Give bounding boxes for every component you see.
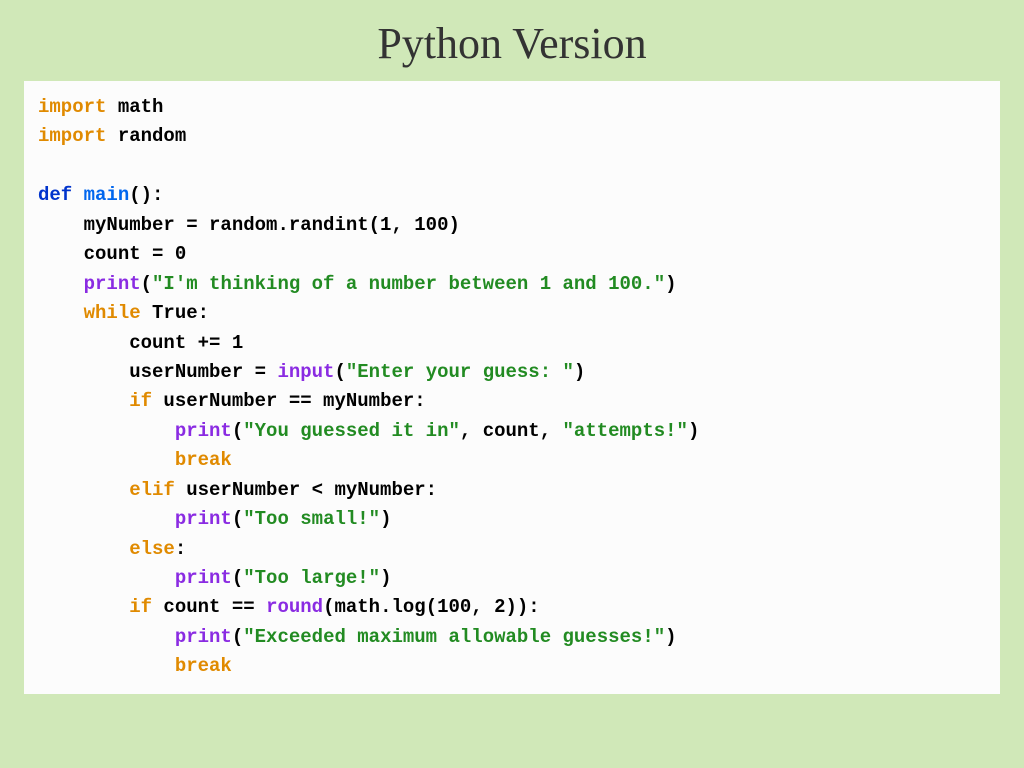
keyword-else: else xyxy=(129,538,175,560)
string-literal: "Exceeded maximum allowable guesses!" xyxy=(243,626,665,648)
paren: ( xyxy=(232,420,243,442)
keyword-if: if xyxy=(129,390,152,412)
paren: ( xyxy=(232,567,243,589)
args: (math.log(100, 2)): xyxy=(323,596,540,618)
colon: : xyxy=(175,538,186,560)
indent xyxy=(38,596,129,618)
indent xyxy=(38,302,84,324)
parens: (): xyxy=(129,184,163,206)
paren: ) xyxy=(688,420,699,442)
string-literal: "You guessed it in" xyxy=(243,420,460,442)
args: , count, xyxy=(460,420,563,442)
indent xyxy=(38,626,175,648)
module-random: random xyxy=(106,125,186,147)
indent xyxy=(38,508,175,530)
code-line: count = 0 xyxy=(38,243,186,265)
paren: ) xyxy=(574,361,585,383)
condition: userNumber == myNumber: xyxy=(152,390,426,412)
string-literal: "Enter your guess: " xyxy=(346,361,574,383)
paren: ( xyxy=(232,508,243,530)
builtin-print: print xyxy=(175,420,232,442)
indent xyxy=(38,449,175,471)
string-literal: "Too large!" xyxy=(243,567,380,589)
indent xyxy=(38,273,84,295)
condition: count == xyxy=(152,596,266,618)
indent xyxy=(38,538,129,560)
module-math: math xyxy=(106,96,163,118)
keyword-import: import xyxy=(38,125,106,147)
slide-title: Python Version xyxy=(0,0,1024,81)
code-line: myNumber = random.randint(1, 100) xyxy=(38,214,460,236)
keyword-break: break xyxy=(175,655,232,677)
indent xyxy=(38,567,175,589)
function-name: main xyxy=(72,184,129,206)
paren: ) xyxy=(380,508,391,530)
paren: ) xyxy=(665,626,676,648)
builtin-input: input xyxy=(277,361,334,383)
builtin-print: print xyxy=(175,508,232,530)
indent xyxy=(38,479,129,501)
keyword-break: break xyxy=(175,449,232,471)
string-literal: "attempts!" xyxy=(563,420,688,442)
string-literal: "Too small!" xyxy=(243,508,380,530)
paren: ) xyxy=(665,273,676,295)
indent xyxy=(38,655,175,677)
indent xyxy=(38,420,175,442)
builtin-round: round xyxy=(266,596,323,618)
colon: : xyxy=(198,302,209,324)
paren: ) xyxy=(380,567,391,589)
string-literal: "I'm thinking of a number between 1 and … xyxy=(152,273,665,295)
paren: ( xyxy=(141,273,152,295)
keyword-while: while xyxy=(84,302,141,324)
true-literal: True xyxy=(141,302,198,324)
keyword-import: import xyxy=(38,96,106,118)
indent xyxy=(38,390,129,412)
builtin-print: print xyxy=(175,567,232,589)
paren: ( xyxy=(334,361,345,383)
builtin-print: print xyxy=(175,626,232,648)
code-line: count += 1 xyxy=(38,332,243,354)
indent xyxy=(38,361,129,383)
code-block: import math import random def main(): my… xyxy=(24,81,1000,694)
assignment: userNumber = xyxy=(129,361,277,383)
builtin-print: print xyxy=(84,273,141,295)
keyword-if: if xyxy=(129,596,152,618)
paren: ( xyxy=(232,626,243,648)
keyword-elif: elif xyxy=(129,479,175,501)
keyword-def: def xyxy=(38,184,72,206)
condition: userNumber < myNumber: xyxy=(175,479,437,501)
